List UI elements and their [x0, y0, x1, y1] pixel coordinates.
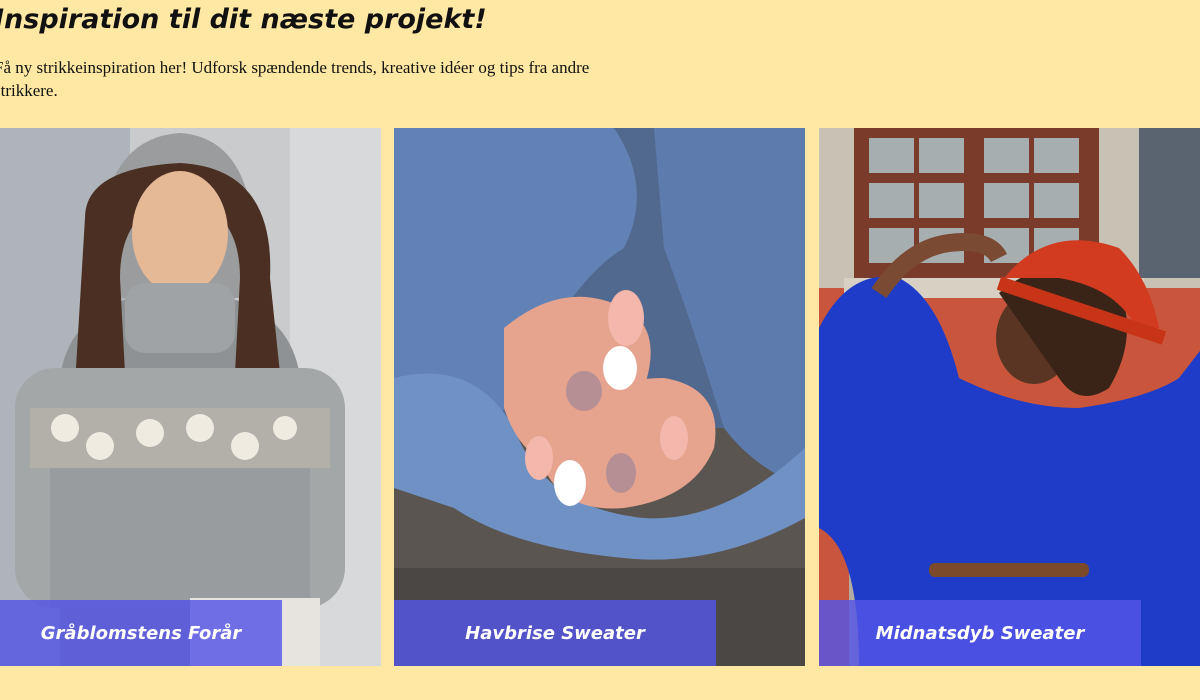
intro-text: Få ny strikkeinspiration her! Udforsk sp… — [0, 58, 590, 100]
inspiration-card[interactable]: Gråblomstens Forår — [0, 128, 381, 666]
inspiration-gallery: Gråblomstens Forår Havbrise Sweater Midn… — [0, 128, 1200, 668]
hands-blue-mohair-sleeves-photo — [394, 128, 805, 666]
card-caption[interactable]: Midnatsdyb Sweater — [819, 600, 1141, 666]
inspiration-card[interactable]: Midnatsdyb Sweater — [819, 128, 1200, 666]
card-caption[interactable]: Havbrise Sweater — [394, 600, 716, 666]
page-title: Inspiration til dit næste projekt! — [0, 4, 487, 35]
card-caption[interactable]: Gråblomstens Forår — [0, 600, 282, 666]
woman-grey-flower-sweater-photo — [0, 128, 381, 666]
inspiration-card[interactable]: Havbrise Sweater — [394, 128, 805, 666]
woman-cobalt-sweater-red-hat-photo — [819, 128, 1200, 666]
